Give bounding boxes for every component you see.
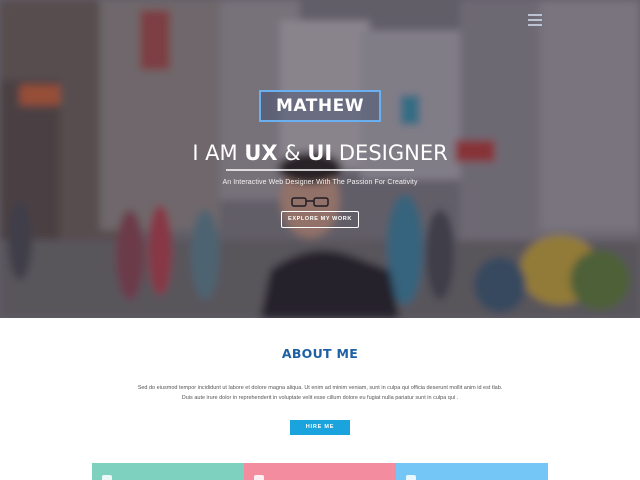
hero-section: MATHEW I AM UX & UI DESIGNER An Interact…: [0, 0, 640, 318]
feature-card-2: [244, 463, 396, 480]
book-icon: [406, 475, 416, 480]
about-title: ABOUT ME: [281, 346, 359, 361]
feature-card-1: [92, 463, 244, 480]
feature-card-3: [396, 463, 548, 480]
graduation-cap-icon: [254, 475, 264, 480]
explore-my-work-button[interactable]: EXPLORE MY WORK: [281, 211, 359, 228]
headline-ui: UI: [307, 141, 333, 165]
hero-tagline: An Interactive Web Designer With The Pas…: [222, 179, 418, 186]
feature-cards: [92, 463, 548, 480]
site-name-box: MATHEW: [259, 90, 381, 122]
about-line-2: Duis aute irure dolor in reprehenderit i…: [181, 395, 459, 401]
hire-me-button[interactable]: HIRE ME: [290, 420, 350, 435]
headline-divider: [226, 169, 414, 171]
hamburger-menu-icon[interactable]: [528, 14, 542, 26]
headline-ux: UX: [244, 141, 278, 165]
about-line-1: Sed do eiusmod tempor incididunt ut labo…: [137, 385, 503, 391]
about-description: Sed do eiusmod tempor incididunt ut labo…: [100, 383, 540, 403]
cup-icon: [102, 475, 112, 480]
hero-headline: I AM UX & UI DESIGNER: [192, 141, 448, 165]
